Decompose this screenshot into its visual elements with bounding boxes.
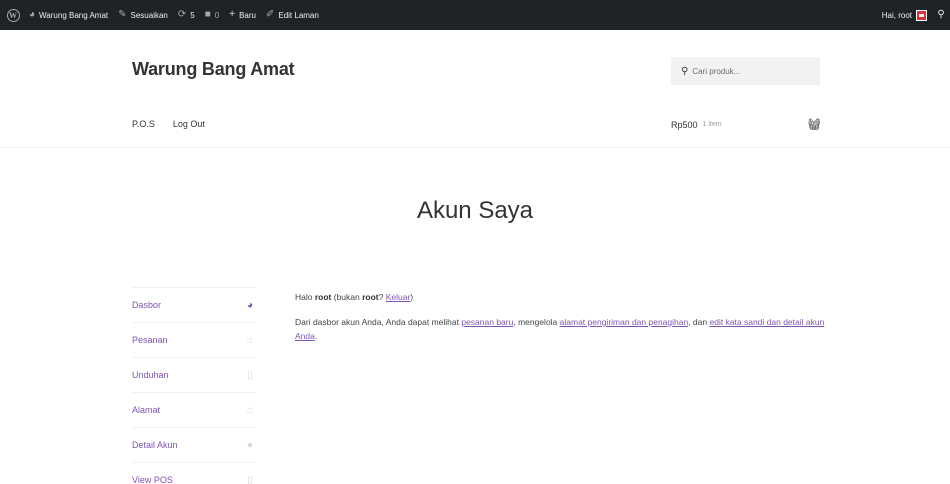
comments-count: 0 (214, 10, 220, 20)
pencil-icon: ✐ (265, 9, 275, 20)
username: root (362, 292, 379, 302)
text: Dari dasbor akun Anda, Anda dapat meliha… (295, 317, 462, 327)
product-search: ⚲ (671, 57, 820, 85)
dashboard-icon: ◕ (29, 9, 36, 20)
admin-bar: W ◕ Warung Bang Amat ✎ Sesuaikan ⟳ 5 ■ 0… (0, 0, 950, 30)
account-nav-orders[interactable]: Pesanan ⌂ (132, 322, 256, 357)
admin-search-button[interactable]: ⚲ (932, 0, 950, 30)
customize-link[interactable]: ✎ Sesuaikan (113, 0, 173, 30)
account-nav-addresses[interactable]: Alamat ⌂ (132, 392, 256, 427)
account-nav-label: Pesanan (132, 335, 168, 345)
my-account-link[interactable]: Hai, root (877, 0, 932, 30)
site-name-label: Warung Bang Amat (39, 10, 109, 20)
comments-link[interactable]: ■ 0 (200, 0, 225, 30)
dashboard-intro-paragraph: Dari dasbor akun Anda, Anda dapat meliha… (295, 315, 825, 343)
wordpress-logo-button[interactable]: W (2, 0, 24, 30)
account-navigation: Dasbor ◕ Pesanan ⌂ Unduhan ▯ Alamat ⌂ De… (132, 287, 256, 484)
updates-link[interactable]: ⟳ 5 (173, 0, 200, 30)
file-icon: ▯ (247, 474, 253, 484)
nav-item-pos[interactable]: P.O.S (132, 119, 155, 129)
account-content: Halo root (bukan root? Keluar) Dari dasb… (295, 290, 825, 354)
search-icon: ⚲ (937, 9, 945, 20)
cart-count: 1 item (702, 121, 722, 128)
account-nav-label: Dasbor (132, 300, 162, 310)
new-content-link[interactable]: + Baru (224, 0, 261, 30)
account-nav-label: Detail Akun (132, 440, 178, 450)
plus-icon: + (229, 9, 236, 20)
addresses-link[interactable]: alamat pengiriman dan penagihan (560, 317, 689, 327)
admin-bar-right: Hai, root ⚲ (877, 0, 950, 30)
refresh-icon: ⟳ (177, 9, 187, 20)
dashboard-icon: ◕ (246, 299, 254, 311)
text: ? (378, 292, 386, 302)
page-title: Akun Saya (416, 197, 534, 224)
nav-item-logout[interactable]: Log Out (173, 119, 205, 129)
avatar (916, 9, 927, 21)
text: . (314, 331, 318, 341)
edit-page-label: Edit Laman (278, 10, 319, 20)
account-nav-downloads[interactable]: Unduhan ▯ (132, 357, 256, 392)
account-nav-label: View POS (132, 475, 173, 484)
text: , dan (688, 317, 710, 327)
site-title[interactable]: Warung Bang Amat (132, 59, 295, 80)
search-input[interactable] (692, 66, 803, 76)
account-nav-dashboard[interactable]: Dasbor ◕ (132, 287, 256, 322)
text: (bukan (331, 292, 363, 302)
home-icon: ⌂ (246, 404, 254, 416)
site-name-link[interactable]: ◕ Warung Bang Amat (24, 0, 113, 30)
brush-icon: ✎ (118, 9, 127, 20)
new-label: Baru (239, 10, 256, 20)
account-nav-label: Alamat (132, 405, 161, 415)
logout-link[interactable]: Keluar (386, 292, 411, 302)
account-nav-account-details[interactable]: Detail Akun ● (132, 427, 256, 462)
greeting-label: Hai, root (881, 10, 912, 20)
text: Halo (295, 292, 315, 302)
text: ) (410, 292, 414, 302)
greeting-paragraph: Halo root (bukan root? Keluar) (295, 290, 825, 304)
comment-icon: ■ (204, 9, 211, 20)
primary-nav: P.O.S Log Out (132, 119, 223, 129)
header-cart[interactable]: Rp500 1 item 🧺︎ (671, 118, 821, 131)
orders-link[interactable]: pesanan baru (461, 317, 513, 327)
username: root (314, 292, 332, 302)
file-icon: ▯ (247, 369, 253, 381)
cart-total: Rp500 (671, 119, 698, 130)
basket-icon: ⌂ (246, 334, 254, 346)
text: , mengelola (513, 317, 560, 327)
customize-label: Sesuaikan (130, 10, 168, 20)
edit-page-link[interactable]: ✐ Edit Laman (261, 0, 324, 30)
wordpress-icon: W (6, 8, 20, 22)
header-divider (0, 147, 950, 148)
search-icon: ⚲ (681, 65, 689, 77)
account-nav-label: Unduhan (132, 370, 169, 380)
user-icon: ● (246, 439, 254, 451)
account-nav-view-pos[interactable]: View POS ▯ (132, 462, 256, 484)
basket-icon: 🧺︎ (807, 119, 821, 131)
updates-count: 5 (190, 10, 195, 20)
